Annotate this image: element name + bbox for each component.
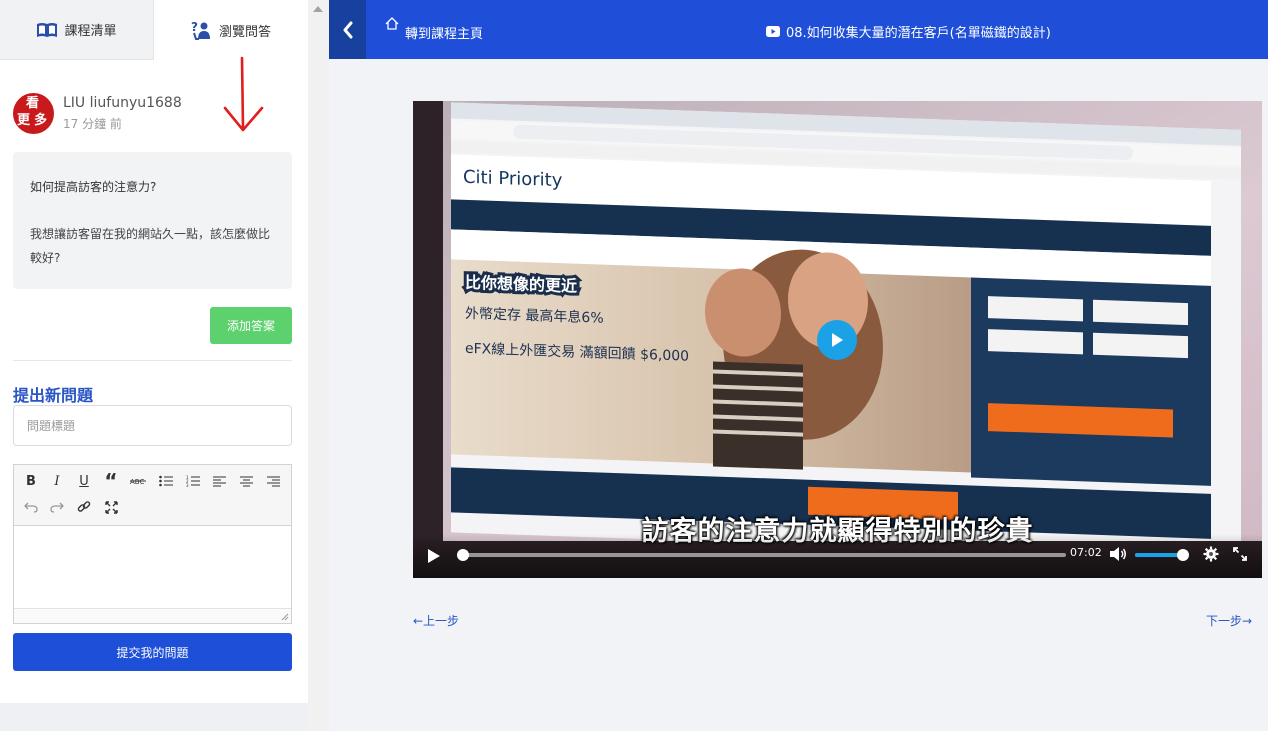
editor-toolbar: B I U “ ABC 123 — [14, 465, 291, 526]
lesson-title: 08.如何收集大量的潛在客戶(名單磁鐵的設計) — [766, 22, 1051, 41]
play-icon — [832, 333, 843, 347]
rich-text-editor: B I U “ ABC 123 — [13, 464, 292, 624]
tab-course-list-label: 課程清單 — [64, 24, 117, 39]
play-overlay-button[interactable] — [817, 320, 857, 360]
bullet-list-icon[interactable] — [156, 471, 176, 491]
question-title-input[interactable] — [13, 405, 292, 446]
sidebar-scrollbar[interactable] — [308, 0, 329, 731]
underline-icon[interactable]: U — [74, 471, 94, 491]
video-controls: 07:02 — [413, 534, 1262, 578]
link-icon[interactable] — [74, 497, 94, 517]
question-body: 我想讓訪客留在我的網站久一點，該怎麼做比較好? — [30, 227, 271, 265]
resize-handle-icon[interactable] — [281, 613, 289, 621]
align-left-icon[interactable] — [209, 471, 229, 491]
bold-icon[interactable]: B — [21, 471, 41, 491]
svg-text:3: 3 — [186, 483, 189, 487]
course-home-link[interactable]: 轉到課程主頁 — [385, 17, 483, 42]
fullscreen-editor-icon[interactable] — [101, 497, 121, 517]
submit-question-button[interactable]: 提交我的問題 — [13, 633, 292, 671]
qa-sidebar: 課程清單 ? 瀏覽問答 看 更 多 LIU liufunyu1688 17 分鐘… — [0, 0, 308, 731]
question-author: 看 更 多 LIU liufunyu1688 17 分鐘 前 — [13, 93, 182, 134]
editor-text-area[interactable] — [14, 526, 291, 609]
svg-text:Citi Priority: Citi Priority — [463, 167, 563, 191]
seek-bar-knob[interactable] — [457, 549, 470, 561]
back-button[interactable] — [329, 0, 366, 59]
redo-icon[interactable] — [47, 497, 67, 517]
volume-icon — [1110, 547, 1126, 561]
course-home-label: 轉到課程主頁 — [405, 27, 484, 42]
add-answer-button[interactable]: 添加答案 — [210, 307, 292, 344]
new-question-heading: 提出新問題 — [13, 386, 94, 405]
tab-browse-qa-label: 瀏覽問答 — [218, 24, 271, 40]
svg-text:比你想像的更近: 比你想像的更近 — [465, 273, 577, 296]
tab-browse-qa[interactable]: ? 瀏覽問答 — [154, 0, 308, 60]
volume-slider[interactable] — [1135, 549, 1189, 561]
avatar: 看 更 多 — [13, 93, 54, 134]
undo-icon[interactable] — [21, 497, 41, 517]
fullscreen-button[interactable] — [1232, 546, 1248, 566]
previous-step-link[interactable]: ←上一步 — [413, 612, 459, 629]
align-center-icon[interactable] — [236, 471, 256, 491]
quote-icon[interactable]: “ — [101, 469, 121, 493]
avatar-char: 更 — [17, 113, 31, 128]
lesson-title-text: 08.如何收集大量的潛在客戶(名單磁鐵的設計) — [786, 26, 1051, 41]
qa-panel: 課程清單 ? 瀏覽問答 看 更 多 LIU liufunyu1688 17 分鐘… — [0, 0, 308, 703]
align-right-icon[interactable] — [263, 471, 283, 491]
chevron-left-icon — [343, 21, 352, 38]
tab-course-list[interactable]: 課程清單 — [0, 0, 154, 60]
volume-knob[interactable] — [1177, 549, 1189, 561]
user-name[interactable]: LIU liufunyu1688 — [63, 95, 182, 111]
numbered-list-icon[interactable]: 123 — [183, 471, 203, 491]
fullscreen-icon — [1233, 547, 1247, 561]
volume-button[interactable] — [1109, 546, 1127, 566]
post-time: 17 分鐘 前 — [63, 117, 122, 131]
volume-fill — [1135, 553, 1183, 557]
video-player[interactable]: Citi Priority 比你想像的更近 外幣定存 最高年息6% eFX線上外… — [413, 101, 1262, 578]
home-icon — [385, 17, 399, 30]
avatar-char: 看 — [26, 96, 40, 111]
settings-button[interactable] — [1203, 546, 1219, 566]
editor-statusbar — [14, 608, 291, 623]
play-button[interactable] — [427, 548, 441, 568]
svg-text:ABC: ABC — [130, 478, 144, 486]
divider — [13, 360, 292, 361]
annotation-arrow-icon — [223, 56, 264, 132]
italic-icon[interactable]: I — [47, 471, 67, 491]
scroll-up-arrow-icon[interactable] — [313, 6, 323, 12]
question-title: 如何提高訪客的注意力? — [30, 180, 157, 194]
lesson-header: 轉到課程主頁 08.如何收集大量的潛在客戶(名單磁鐵的設計) — [329, 0, 1268, 59]
question-card: 如何提高訪客的注意力? 我想讓訪客留在我的網站久一點，該怎麼做比較好? — [13, 152, 292, 289]
sidebar-tabs: 課程清單 ? 瀏覽問答 — [0, 0, 308, 60]
seek-bar[interactable] — [457, 549, 1066, 561]
play-icon — [428, 549, 440, 563]
qa-icon: ? — [191, 20, 213, 40]
next-step-link[interactable]: 下一步→ — [1206, 612, 1252, 629]
main-content: 轉到課程主頁 08.如何收集大量的潛在客戶(名單磁鐵的設計) Citi Prio… — [329, 0, 1268, 731]
svg-text:?: ? — [191, 20, 198, 34]
current-time: 07:02 — [1070, 546, 1102, 559]
book-icon — [36, 21, 58, 39]
avatar-char: 多 — [34, 113, 48, 128]
gear-icon — [1203, 546, 1219, 562]
strikethrough-icon[interactable]: ABC — [128, 471, 148, 491]
video-icon — [766, 26, 780, 37]
